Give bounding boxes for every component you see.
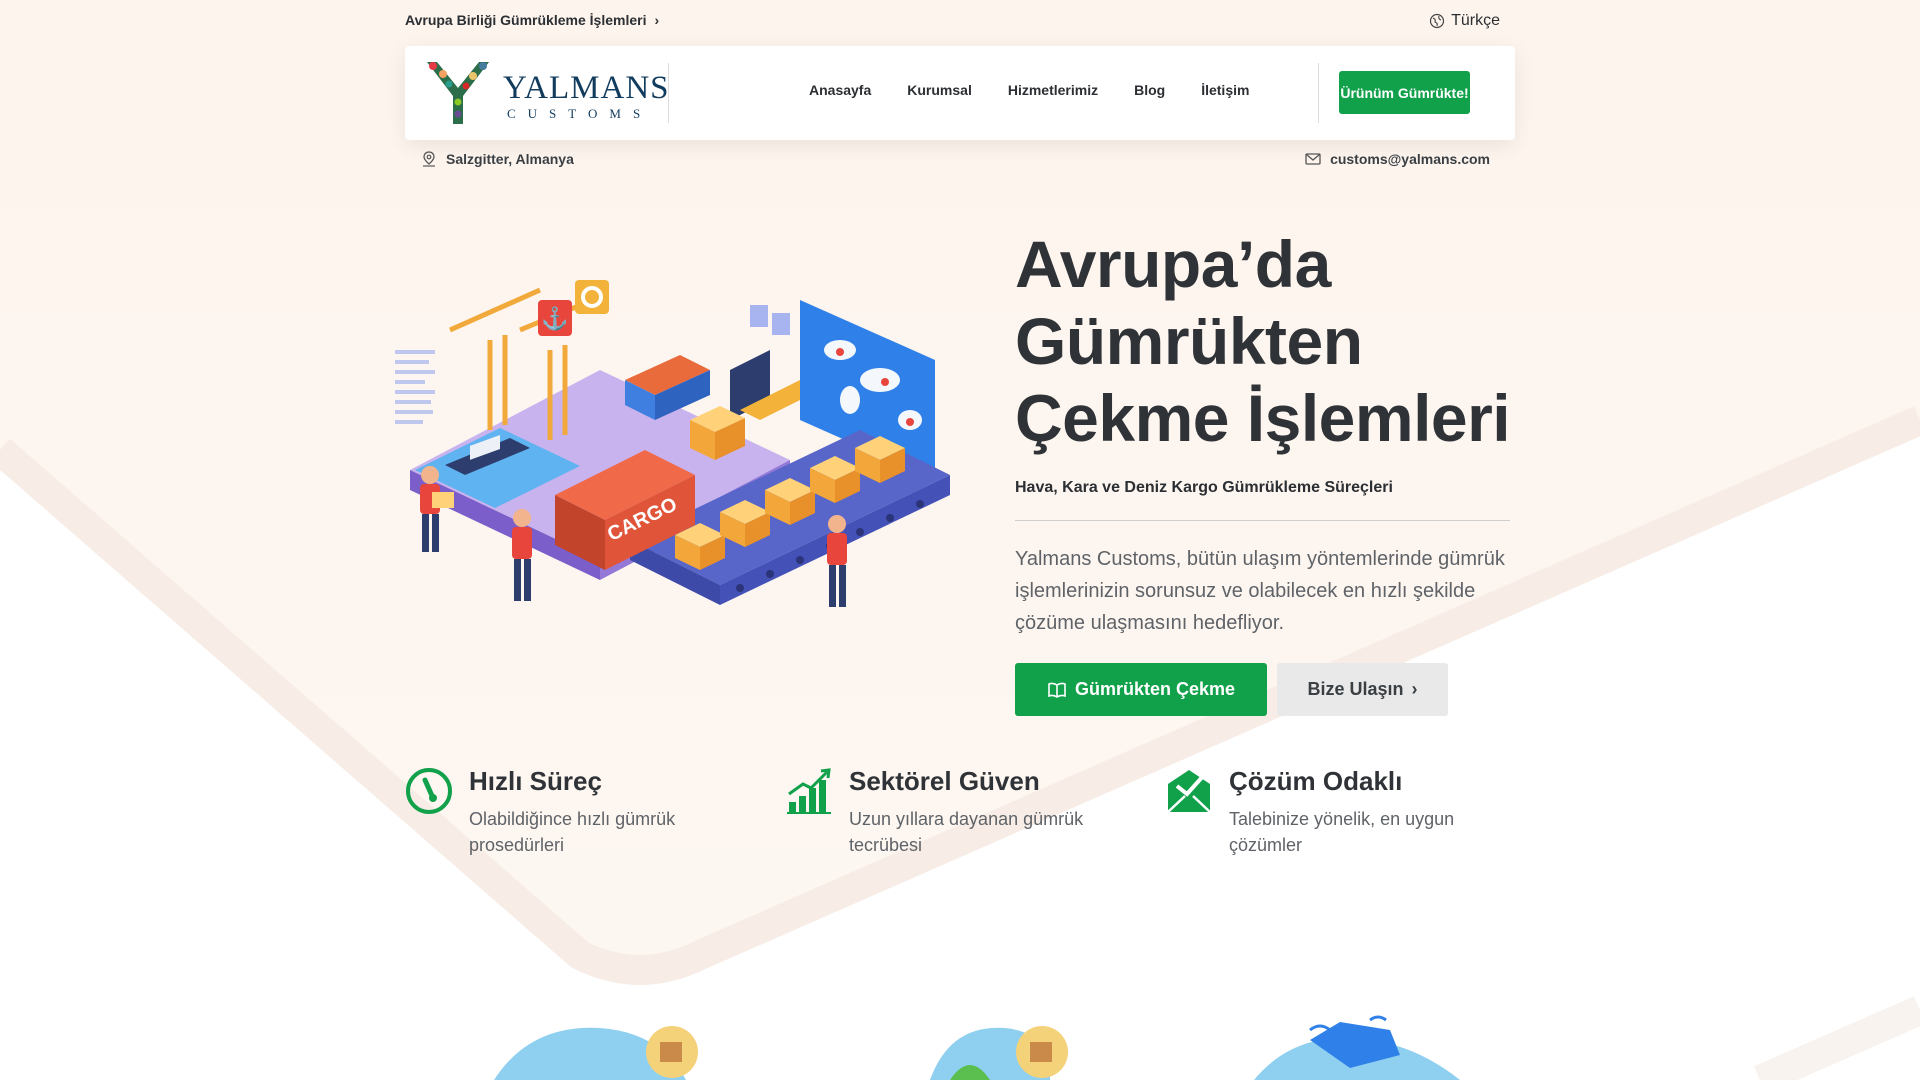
contact-us-button[interactable]: Bize Ulaşın ›: [1277, 663, 1448, 716]
nav-item-home[interactable]: Anasayfa: [809, 82, 871, 98]
speedometer-icon: [406, 768, 452, 814]
map-pin-icon: [423, 151, 435, 167]
mail-icon: [1305, 153, 1321, 165]
nav-item-blog[interactable]: Blog: [1134, 82, 1165, 98]
hero-title-line: Çekme İşlemleri: [1015, 381, 1511, 455]
nav-item-services[interactable]: Hizmetlerimiz: [1008, 82, 1098, 98]
hero-illustration: ⚓ CARGO: [395, 280, 950, 607]
breadcrumb[interactable]: Avrupa Birliği Gümrükleme İşlemleri ›: [405, 12, 659, 28]
email-label: customs@yalmans.com: [1330, 151, 1490, 167]
transport-illustration: [494, 1026, 698, 1080]
customs-clearance-button[interactable]: Gümrükten Çekme: [1015, 663, 1267, 716]
nav-item-contact[interactable]: İletişim: [1201, 82, 1249, 98]
feature-title: Çözüm Odaklı: [1229, 766, 1403, 796]
hero-description: Yalmans Customs, bütün ulaşım yöntemleri…: [1015, 548, 1505, 634]
chevron-right-icon: ›: [1411, 679, 1418, 699]
transport-illustration: [930, 1026, 1068, 1080]
main-header: YALMANS CUSTOMS Anasayfa Kurumsal Hizmet…: [405, 46, 1515, 140]
globe-icon: [1429, 13, 1445, 29]
nav-item-about[interactable]: Kurumsal: [907, 82, 972, 98]
logo-text: YALMANS: [503, 70, 670, 106]
feature-fast-process: Hızlı Süreç Olabildiğince hızlı gümrük p…: [405, 766, 725, 866]
product-at-customs-button[interactable]: Ürünüm Gümrükte!: [1339, 71, 1470, 114]
divider: [1015, 520, 1510, 521]
main-nav: Anasayfa Kurumsal Hizmetlerimiz Blog İle…: [809, 82, 1285, 98]
top-bar: Avrupa Birliği Gümrükleme İşlemleri › Tü…: [405, 12, 1500, 32]
contact-us-button-label: Bize Ulaşın: [1307, 679, 1404, 699]
feature-description: Talebinize yönelik, en uygun çözümler: [1229, 809, 1455, 855]
chevron-right-icon: ›: [654, 12, 660, 28]
divider: [668, 63, 669, 123]
feature-description: Olabildiğince hızlı gümrük prosedürleri: [469, 809, 676, 855]
logo-wordmark: YALMANS CUSTOMS: [503, 70, 670, 122]
hero-title-line: Avrupa’da: [1015, 227, 1331, 301]
breadcrumb-label: Avrupa Birliği Gümrükleme İşlemleri: [405, 12, 647, 28]
hero-title: Avrupa’da Gümrükten Çekme İşlemleri: [1015, 226, 1535, 457]
feature-title: Hızlı Süreç: [469, 766, 602, 796]
location-label: Salzgitter, Almanya: [446, 151, 574, 167]
language-label: Türkçe: [1451, 12, 1500, 29]
divider: [1318, 63, 1319, 123]
hero-title-line: Gümrükten: [1015, 304, 1363, 378]
feature-title: Sektörel Güven: [849, 766, 1040, 796]
feature-description: Uzun yıllara dayanan gümrük tecrübesi: [849, 809, 1084, 855]
logo[interactable]: YALMANS CUSTOMS: [423, 58, 669, 128]
location-info: Salzgitter, Almanya: [420, 150, 574, 168]
logo-subtext: CUSTOMS: [507, 106, 653, 121]
logo-mark-icon: [427, 62, 489, 124]
feature-solution-focused: Çözüm Odaklı Talebinize yönelik, en uygu…: [1165, 766, 1485, 866]
language-selector[interactable]: Türkçe: [1429, 12, 1500, 30]
email-link[interactable]: customs@yalmans.com: [1304, 150, 1490, 168]
hero-subtitle: Hava, Kara ve Deniz Kargo Gümrükleme Sür…: [1015, 479, 1393, 496]
customs-clearance-button-label: Gümrükten Çekme: [1074, 679, 1236, 699]
feature-sector-trust: Sektörel Güven Uzun yıllara dayanan gümr…: [785, 766, 1105, 866]
book-icon: [1048, 682, 1066, 698]
envelope-check-icon: [1167, 770, 1211, 813]
bar-chart-icon: [787, 768, 831, 814]
transport-illustration: [1254, 1015, 1460, 1080]
svg-text:⚓: ⚓: [541, 306, 568, 331]
